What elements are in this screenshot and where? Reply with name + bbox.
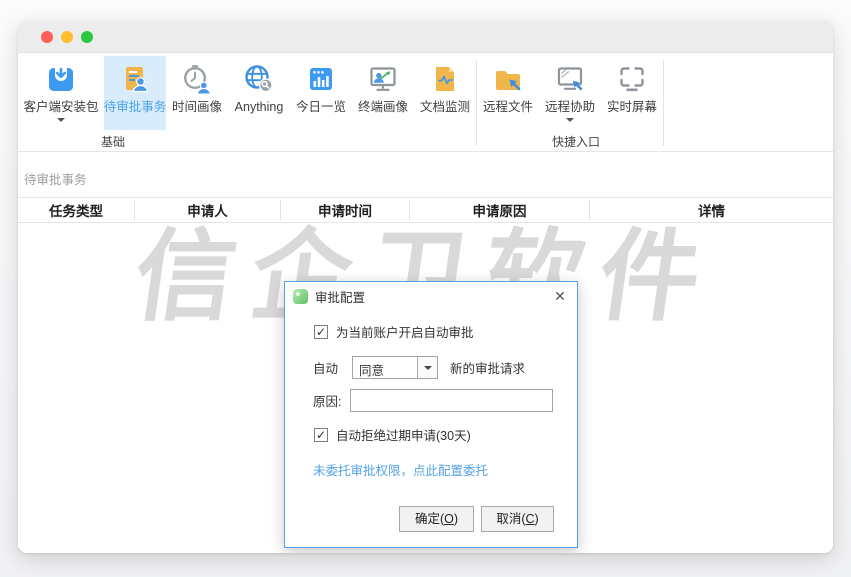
today-overview-icon (305, 63, 337, 95)
cancel-button-text: 取消( (496, 512, 525, 526)
column-header-task-type[interactable]: 任务类型 (18, 200, 135, 220)
ribbon-toolbar: 客户端安装包 待审批事务 (18, 53, 833, 152)
dialog-title: 审批配置 (315, 287, 365, 306)
auto-action-row: 自动 同意 新的审批请求 (313, 356, 525, 379)
ribbon-item-label: 时间画像 (172, 100, 222, 114)
reason-input[interactable] (350, 389, 553, 412)
auto-reject-checkbox[interactable]: ✓ (314, 428, 328, 442)
terminal-portrait-icon (367, 63, 399, 95)
ribbon-item-today-overview[interactable]: 今日一览 (290, 56, 352, 130)
auto-approve-checkbox[interactable]: ✓ (314, 325, 328, 339)
ribbon-item-label: 远程文件 (483, 100, 533, 114)
app-logo-icon (293, 289, 308, 304)
ribbon-item-label: Anything (235, 100, 284, 114)
dialog-close-icon[interactable]: ✕ (551, 287, 569, 305)
live-screen-icon (616, 63, 648, 95)
auto-action-selected-value: 同意 (353, 357, 417, 378)
cancel-button[interactable]: 取消(C) (481, 506, 554, 532)
document-monitor-icon (429, 63, 461, 95)
auto-approve-row: ✓ 为当前账户开启自动审批 (314, 322, 474, 341)
ok-button[interactable]: 确定(O) (399, 506, 474, 532)
ribbon-item-terminal-portrait[interactable]: 终端画像 (352, 56, 414, 130)
checkmark-icon: ✓ (316, 429, 326, 441)
ok-button-text: 确定( (415, 512, 444, 526)
remote-assist-icon (554, 63, 586, 95)
ribbon-group-separator (663, 60, 664, 146)
dialog-titlebar[interactable]: 审批配置 ✕ (285, 282, 577, 310)
checkmark-icon: ✓ (316, 326, 326, 338)
cancel-button-text-end: ) (535, 512, 539, 526)
ribbon-item-label: 待审批事务 (104, 100, 167, 114)
dropdown-arrow-icon (566, 118, 574, 122)
ribbon-item-live-screen[interactable]: 实时屏幕 (601, 56, 663, 130)
combo-arrow-icon (424, 366, 432, 370)
auto-reject-row: ✓ 自动拒绝过期申请(30天) (314, 425, 471, 444)
reason-row: 原因: (313, 389, 553, 412)
column-header-details[interactable]: 详情 (590, 200, 833, 220)
app-window: 客户端安装包 待审批事务 (18, 21, 833, 553)
remote-files-icon (492, 63, 524, 95)
ribbon-item-label: 文档监测 (420, 100, 470, 114)
column-header-apply-time[interactable]: 申请时间 (281, 200, 410, 220)
column-header-applicant[interactable]: 申请人 (135, 200, 281, 220)
anything-globe-search-icon (243, 63, 275, 95)
dropdown-arrow-icon (57, 118, 65, 122)
ribbon-item-label: 终端画像 (358, 100, 408, 114)
ribbon-item-anything[interactable]: Anything (228, 56, 290, 130)
ribbon-item-label: 客户端安装包 (23, 100, 98, 114)
auto-action-select[interactable]: 同意 (352, 356, 438, 379)
configure-delegation-link[interactable]: 未委托审批权限，点此配置委托 (313, 460, 488, 479)
section-title: 待审批事务 (24, 169, 87, 188)
ok-button-mnemonic: O (444, 512, 454, 526)
ribbon-item-time-portrait[interactable]: 时间画像 (166, 56, 228, 130)
ribbon-group-label-basic: 基础 (101, 133, 125, 150)
approval-config-dialog: 审批配置 ✕ ✓ 为当前账户开启自动审批 自动 同意 新的审批请求 原因: (284, 281, 578, 548)
reason-label: 原因: (313, 391, 341, 410)
column-header-apply-reason[interactable]: 申请原因 (410, 200, 590, 220)
table-header-row: 任务类型 申请人 申请时间 申请原因 详情 (18, 197, 833, 223)
ribbon-item-label: 实时屏幕 (607, 100, 657, 114)
cancel-button-mnemonic: C (525, 512, 534, 526)
ribbon-item-pending-approvals[interactable]: 待审批事务 (104, 56, 166, 130)
auto-approve-label: 为当前账户开启自动审批 (336, 322, 474, 341)
ribbon-item-remote-files[interactable]: 远程文件 (477, 56, 539, 130)
auto-action-suffix-label: 新的审批请求 (450, 358, 525, 377)
ribbon-group-label-shortcuts: 快捷入口 (552, 133, 600, 150)
pending-approvals-icon (119, 63, 151, 95)
window-titlebar (18, 21, 833, 53)
ribbon-item-document-monitor[interactable]: 文档监测 (414, 56, 476, 130)
time-portrait-icon (181, 63, 213, 95)
ribbon-item-label: 远程协助 (545, 100, 595, 114)
ribbon-item-client-installer[interactable]: 客户端安装包 (18, 56, 104, 130)
ok-button-text-end: ) (454, 512, 458, 526)
combo-dropdown-button[interactable] (417, 357, 437, 378)
client-installer-icon (45, 63, 77, 95)
close-window-button[interactable] (41, 31, 53, 43)
ribbon-item-remote-assist[interactable]: 远程协助 (539, 56, 601, 130)
ribbon-item-label: 今日一览 (296, 100, 346, 114)
zoom-window-button[interactable] (81, 31, 93, 43)
auto-action-prefix-label: 自动 (313, 358, 338, 377)
minimize-window-button[interactable] (61, 31, 73, 43)
auto-reject-label: 自动拒绝过期申请(30天) (336, 425, 471, 444)
screen: 客户端安装包 待审批事务 (0, 0, 851, 577)
